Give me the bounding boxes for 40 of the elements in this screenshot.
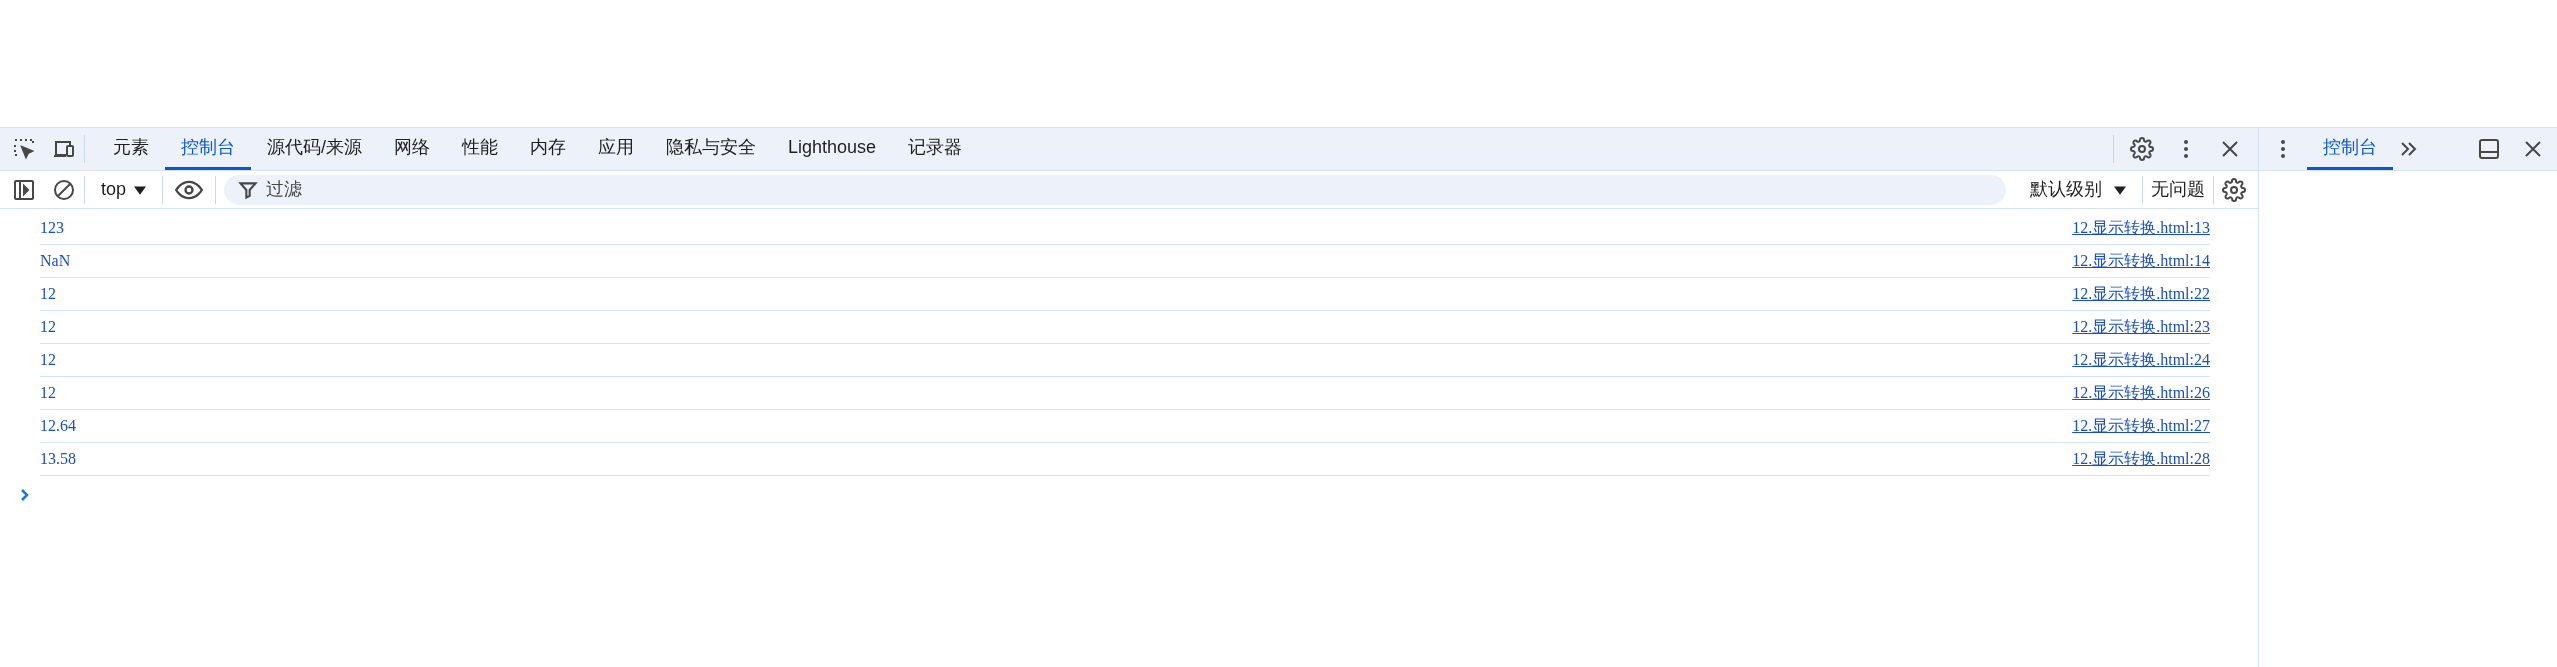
source-link[interactable]: 12.显示转换.html:24 bbox=[2072, 348, 2210, 372]
log-value: 12 bbox=[40, 317, 56, 337]
log-value: 12 bbox=[40, 350, 56, 370]
source-link[interactable]: 12.显示转换.html:14 bbox=[2072, 249, 2210, 273]
issues-button[interactable]: 无问题 bbox=[2151, 176, 2205, 203]
source-link[interactable]: 12.显示转换.html:27 bbox=[2072, 414, 2210, 438]
clear-console-icon[interactable] bbox=[52, 177, 76, 202]
log-value: 12 bbox=[40, 383, 56, 403]
caret-icon bbox=[2114, 183, 2126, 196]
source-link[interactable]: 12.显示转换.html:13 bbox=[2072, 216, 2210, 240]
log-value: 12 bbox=[40, 284, 56, 304]
panel-tab[interactable]: 隐私与安全 bbox=[650, 128, 772, 170]
panel-tab[interactable]: 元素 bbox=[97, 128, 165, 170]
panel-tab[interactable]: 网络 bbox=[378, 128, 446, 170]
inspect-element-icon[interactable] bbox=[12, 137, 36, 161]
settings-icon[interactable] bbox=[2130, 137, 2154, 161]
sidebar-toggle-icon[interactable] bbox=[12, 177, 36, 202]
source-link[interactable]: 12.显示转换.html:28 bbox=[2072, 447, 2210, 471]
settings-icon[interactable] bbox=[2222, 177, 2246, 202]
panel-tab[interactable]: 内存 bbox=[514, 128, 582, 170]
log-value: 12.64 bbox=[40, 416, 76, 436]
filter-icon bbox=[238, 179, 259, 200]
caret-icon bbox=[134, 183, 147, 196]
panel-tab[interactable]: 控制台 bbox=[165, 128, 251, 170]
panel-tab[interactable]: 源代码/来源 bbox=[251, 128, 378, 170]
source-link[interactable]: 12.显示转换.html:26 bbox=[2072, 381, 2210, 405]
panel-tab[interactable]: 性能 bbox=[446, 128, 514, 170]
filter-field[interactable]: 过滤 bbox=[224, 174, 2006, 205]
log-value: 123 bbox=[40, 218, 64, 238]
context-dropdown[interactable]: top bbox=[93, 176, 155, 203]
source-link[interactable]: 12.显示转换.html:23 bbox=[2072, 315, 2210, 339]
log-value: NaN bbox=[40, 251, 71, 271]
source-link[interactable]: 12.显示转换.html:22 bbox=[2072, 282, 2210, 306]
panel-tab[interactable]: 记录器 bbox=[892, 128, 979, 170]
panel-tab[interactable]: 应用 bbox=[582, 128, 650, 170]
panel-tab[interactable]: Lighthouse bbox=[772, 128, 893, 170]
dock-bottom-icon[interactable] bbox=[2477, 137, 2501, 161]
log-level-dropdown[interactable]: 默认级别 bbox=[2022, 176, 2134, 203]
prompt-chevron-icon bbox=[20, 488, 30, 502]
log-value: 13.58 bbox=[40, 449, 76, 469]
